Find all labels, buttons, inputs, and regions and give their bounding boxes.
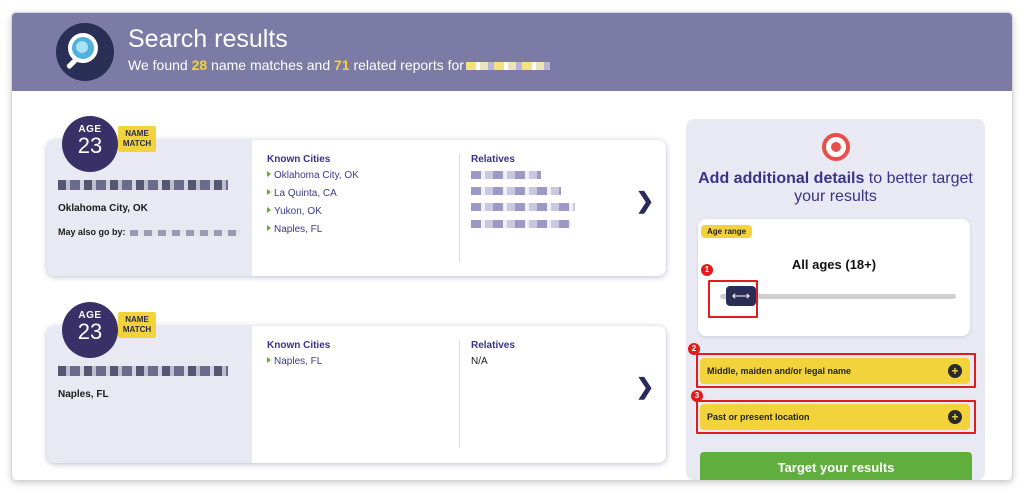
page-title: Search results: [128, 25, 288, 53]
result-card[interactable]: Oklahoma City, OK May also go by: Known …: [47, 140, 666, 276]
results-header: Search results We found 28 name matches …: [12, 13, 1012, 91]
result-card[interactable]: Naples, FL Known Cities Naples, FL Relat…: [47, 326, 666, 463]
known-city: Oklahoma City, OK: [267, 170, 359, 181]
redacted-full-name: [58, 180, 228, 190]
name-match-tag: NAME MATCH: [118, 312, 156, 338]
related-report-count: 71: [334, 57, 350, 73]
redacted-search-name: [465, 62, 550, 71]
chevron-right-icon[interactable]: ❯: [635, 376, 655, 398]
redacted-relative: [471, 171, 541, 179]
location-expander[interactable]: Past or present location +: [700, 404, 970, 430]
target-icon: [822, 133, 850, 161]
search-logo-icon: [56, 23, 114, 81]
name-match-count: 28: [191, 57, 208, 73]
redacted-full-name: [58, 366, 228, 376]
result-location: Oklahoma City, OK: [58, 203, 148, 214]
also-known-as: May also go by:: [58, 227, 240, 237]
redacted-relative: [471, 187, 561, 195]
name-match-tag: NAME MATCH: [118, 126, 156, 152]
plus-circle-icon[interactable]: +: [948, 364, 962, 378]
annotation-marker: 2: [688, 343, 700, 355]
plus-circle-icon[interactable]: +: [948, 410, 962, 424]
results-summary: We found 28 name matches and 71 related …: [128, 57, 550, 73]
refine-panel: Add additional details to better target …: [686, 119, 985, 480]
known-cities-heading: Known Cities: [267, 154, 331, 165]
age-range-value: All ages (18+): [791, 257, 877, 272]
known-cities-heading: Known Cities: [267, 340, 331, 351]
redacted-relative: [471, 203, 575, 211]
age-range-card: Age range All ages (18+) ⟷: [698, 219, 970, 336]
age-badge: AGE 23: [62, 302, 118, 358]
refine-title: Add additional details to better target …: [698, 170, 973, 205]
target-results-button[interactable]: Target your results: [700, 452, 972, 480]
known-city: Naples, FL: [267, 224, 322, 235]
relatives-heading: Relatives: [471, 340, 515, 351]
browser-window: Search results We found 28 name matches …: [12, 13, 1012, 480]
result-location: Naples, FL: [58, 389, 109, 400]
known-city: Naples, FL: [267, 356, 322, 367]
annotation-marker: 1: [701, 264, 713, 276]
known-city: La Quinta, CA: [267, 188, 337, 199]
annotation-highlight-box: [708, 280, 758, 318]
age-range-label: Age range: [701, 225, 753, 238]
middle-name-expander[interactable]: Middle, maiden and/or legal name +: [700, 358, 970, 384]
annotation-marker: 3: [691, 390, 703, 402]
known-city: Yukon, OK: [267, 206, 322, 217]
chevron-right-icon[interactable]: ❯: [635, 190, 655, 212]
age-badge: AGE 23: [62, 116, 118, 172]
relatives-heading: Relatives: [471, 154, 515, 165]
relatives-value: N/A: [471, 356, 488, 367]
redacted-relative: [471, 220, 571, 228]
